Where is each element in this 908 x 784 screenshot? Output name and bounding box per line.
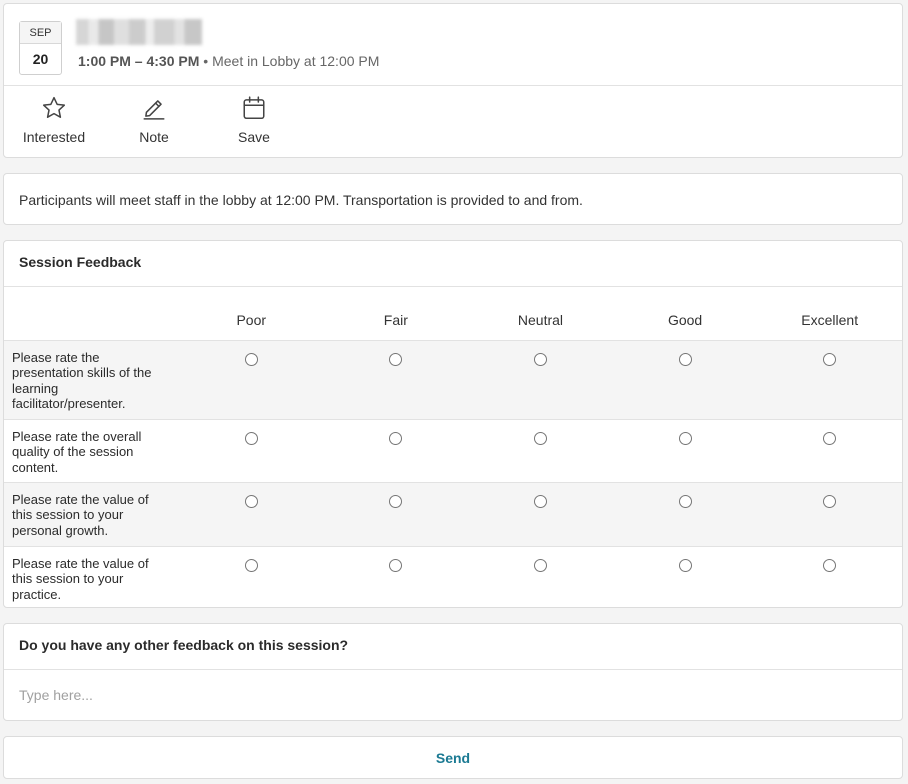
cell — [468, 339, 613, 419]
radio-poor[interactable] — [244, 558, 258, 572]
cell — [323, 418, 469, 482]
cell — [468, 418, 613, 482]
event-title-redacted — [76, 19, 202, 45]
star-icon — [42, 96, 66, 118]
question-column-header — [4, 287, 179, 341]
interested-label: Interested — [22, 129, 86, 145]
cell — [612, 418, 758, 482]
other-feedback-card: Do you have any other feedback on this s… — [3, 623, 903, 721]
scale-label-fair: Fair — [323, 287, 469, 341]
scale-label-neutral: Neutral — [468, 287, 613, 341]
save-label: Save — [238, 129, 270, 145]
radio-good[interactable] — [678, 494, 692, 508]
other-feedback-title: Do you have any other feedback on this s… — [4, 624, 902, 670]
cell — [178, 339, 324, 419]
radio-fair[interactable] — [389, 431, 403, 445]
date-badge: SEP 20 — [19, 21, 62, 75]
rating-question: Please rate the value of this session to… — [4, 481, 179, 546]
rating-row: Please rate the overall quality of the s… — [4, 418, 902, 482]
cell — [178, 481, 324, 546]
radio-fair[interactable] — [389, 558, 403, 572]
scale-label-excellent: Excellent — [757, 287, 902, 341]
rating-table: Poor Fair Neutral Good Excellent Please … — [4, 287, 902, 608]
radio-excellent[interactable] — [823, 494, 837, 508]
cell — [323, 339, 469, 419]
description-card: Participants will meet staff in the lobb… — [3, 173, 903, 225]
radio-neutral[interactable] — [533, 352, 547, 366]
event-card: SEP 20 1:00 PM – 4:30 PM • Meet in Lobby… — [3, 3, 903, 158]
radio-neutral[interactable] — [533, 558, 547, 572]
cell — [323, 481, 469, 546]
cell — [178, 545, 324, 608]
note-button[interactable]: Note — [104, 86, 204, 158]
pencil-icon — [143, 100, 165, 120]
save-button[interactable]: Save — [204, 86, 304, 158]
send-card: Send — [3, 736, 903, 779]
cell — [468, 481, 613, 546]
other-feedback-input[interactable] — [4, 670, 902, 720]
radio-good[interactable] — [678, 558, 692, 572]
event-location-note: Meet in Lobby at 12:00 PM — [212, 53, 380, 69]
session-feedback-title: Session Feedback — [4, 241, 902, 287]
calendar-icon — [243, 96, 265, 120]
event-time: 1:00 PM – 4:30 PM — [78, 53, 200, 69]
event-meta: 1:00 PM – 4:30 PM • Meet in Lobby at 12:… — [78, 53, 379, 69]
cell — [612, 481, 758, 546]
event-header: SEP 20 1:00 PM – 4:30 PM • Meet in Lobby… — [4, 4, 902, 86]
note-label: Note — [139, 129, 169, 145]
radio-good[interactable] — [678, 352, 692, 366]
date-month: SEP — [20, 22, 61, 44]
radio-fair[interactable] — [389, 494, 403, 508]
cell — [612, 339, 758, 419]
rating-scale-header: Poor Fair Neutral Good Excellent — [4, 287, 902, 341]
rating-question: Please rate the value of this session to… — [4, 545, 179, 608]
rating-question: Please rate the presentation skills of t… — [4, 339, 179, 419]
radio-poor[interactable] — [244, 494, 258, 508]
cell — [757, 545, 902, 608]
date-day: 20 — [32, 51, 49, 67]
scale-label-good: Good — [612, 287, 758, 341]
cell — [757, 339, 902, 419]
radio-poor[interactable] — [244, 352, 258, 366]
rating-row: Please rate the value of this session to… — [4, 481, 902, 546]
rating-row: Please rate the value of this session to… — [4, 545, 902, 608]
radio-excellent[interactable] — [823, 558, 837, 572]
cell — [612, 545, 758, 608]
radio-neutral[interactable] — [533, 431, 547, 445]
meta-separator: • — [199, 53, 213, 69]
radio-neutral[interactable] — [533, 494, 547, 508]
radio-excellent[interactable] — [823, 431, 837, 445]
cell — [178, 418, 324, 482]
radio-poor[interactable] — [244, 431, 258, 445]
radio-fair[interactable] — [389, 352, 403, 366]
scale-label-poor: Poor — [178, 287, 324, 341]
radio-excellent[interactable] — [823, 352, 837, 366]
send-button[interactable]: Send — [4, 737, 902, 778]
action-bar: Interested Note Save — [4, 86, 902, 158]
rating-question: Please rate the overall quality of the s… — [4, 418, 179, 482]
session-feedback-card: Session Feedback Poor Fair Neutral Good … — [3, 240, 903, 608]
cell — [757, 418, 902, 482]
event-description: Participants will meet staff in the lobb… — [19, 192, 583, 208]
cell — [757, 481, 902, 546]
interested-button[interactable]: Interested — [4, 86, 104, 158]
cell — [468, 545, 613, 608]
cell — [323, 545, 469, 608]
rating-row: Please rate the presentation skills of t… — [4, 339, 902, 419]
radio-good[interactable] — [678, 431, 692, 445]
